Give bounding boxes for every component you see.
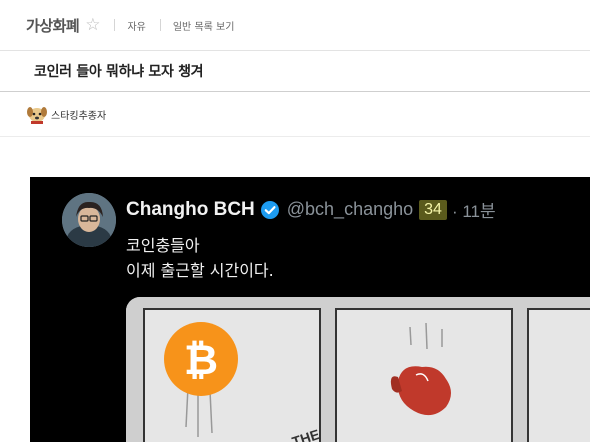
tweet-line: 코인충들아: [126, 236, 200, 255]
bitcoin-symbol: ₿: [184, 335, 218, 384]
tweet-header: Changho BCH @bch_changho 34 · 11분: [126, 197, 496, 222]
tab-free[interactable]: 자유: [127, 18, 145, 33]
tweet-screenshot: Changho BCH @bch_changho 34 · 11분 코인충들아 …: [30, 177, 590, 442]
divider: [159, 19, 161, 31]
star-icon[interactable]: ☆: [85, 16, 100, 34]
profile-avatar: [62, 193, 116, 247]
tweet-line: 이제 출근할 시간이다.: [126, 261, 274, 280]
gallery-name-link[interactable]: 가상화폐: [26, 15, 80, 36]
divider: [114, 19, 116, 31]
list-view-link[interactable]: 일반 목록 보기: [173, 18, 235, 33]
display-name[interactable]: Changho BCH: [126, 199, 255, 221]
post-title: 코인러 들아 뭐하냐 모자 챙겨: [34, 64, 204, 80]
dog-avatar-icon[interactable]: [26, 103, 48, 125]
user-handle[interactable]: @bch_changho: [287, 199, 413, 220]
gallery-header: 가상화폐 ☆ 자유 일반 목록 보기: [0, 0, 590, 50]
verified-badge-icon: [260, 200, 279, 219]
tweet-text: 코인충들아 이제 출근할 시간이다.: [126, 233, 274, 283]
timestamp: · 11분: [451, 202, 496, 221]
author-name[interactable]: 스타킹추종자: [51, 107, 106, 122]
author-row: 스타킹추종자: [0, 92, 590, 137]
post-title-row: 코인러 들아 뭐하냐 모자 챙겨: [0, 50, 590, 92]
count-badge: 34: [419, 199, 447, 220]
tweet-media[interactable]: ₿ THE: [126, 297, 590, 442]
